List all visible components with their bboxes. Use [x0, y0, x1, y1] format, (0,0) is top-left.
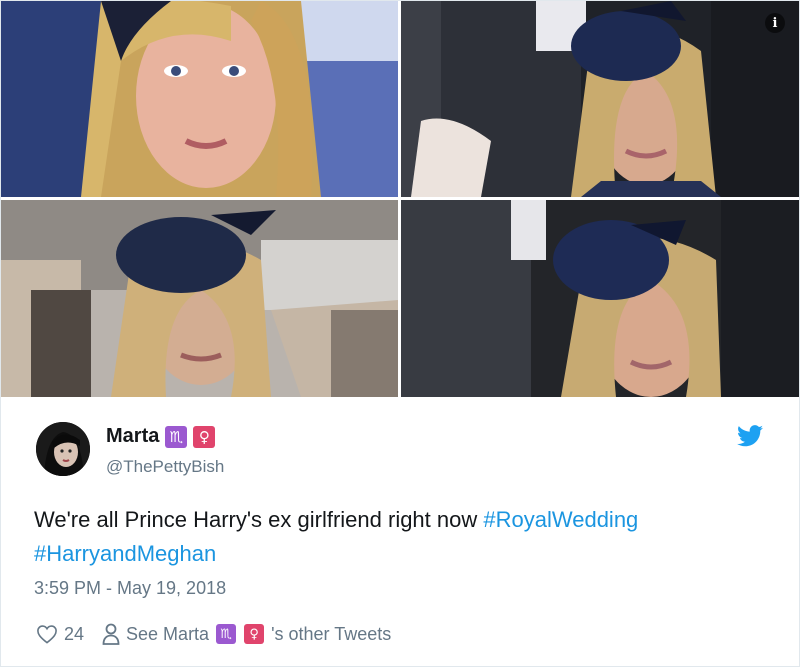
- person-icon: [102, 623, 120, 645]
- tweet-text-plain: We're all Prince Harry's ex girlfriend r…: [34, 507, 484, 532]
- see-other-tweets-link[interactable]: See Marta ♏ ♀ 's other Tweets: [102, 623, 391, 645]
- tweet-text: We're all Prince Harry's ex girlfriend r…: [34, 503, 774, 571]
- hashtag-link[interactable]: #HarryandMeghan: [34, 541, 216, 566]
- author-handle[interactable]: @ThePettyBish: [106, 457, 224, 477]
- photo-grid[interactable]: i: [1, 1, 799, 397]
- see-other-suffix: 's other Tweets: [271, 623, 392, 644]
- like-count: 24: [64, 623, 85, 644]
- author-name-row[interactable]: Marta ♏ ♀: [106, 425, 216, 448]
- heart-icon: [37, 625, 57, 644]
- female-sign-icon: ♀: [193, 425, 216, 448]
- tweet-timestamp[interactable]: 3:59 PM - May 19, 2018: [34, 578, 226, 599]
- photo-3[interactable]: [1, 200, 398, 397]
- scorpio-icon: ♏: [165, 425, 188, 448]
- embedded-tweet-card: i Marta ♏ ♀ @ThePettyBish We're all Prin…: [0, 0, 800, 667]
- twitter-bird-icon[interactable]: [737, 425, 763, 447]
- female-sign-icon: ♀: [244, 624, 265, 644]
- tweet-body: Marta ♏ ♀ @ThePettyBish We're all Prince…: [1, 397, 799, 666]
- like-button[interactable]: 24: [36, 624, 102, 645]
- tweet-actions: 24 See Marta ♏ ♀ 's other Tweets: [36, 623, 391, 645]
- photo-1[interactable]: [1, 1, 398, 197]
- display-name[interactable]: Marta: [106, 425, 159, 448]
- photo-2[interactable]: [401, 1, 799, 197]
- hashtag-link[interactable]: #RoyalWedding: [483, 507, 638, 532]
- scorpio-icon: ♏: [216, 624, 237, 644]
- photo-4[interactable]: [401, 200, 799, 397]
- info-icon[interactable]: i: [765, 13, 785, 33]
- see-other-prefix: See Marta: [126, 623, 210, 644]
- avatar[interactable]: [36, 422, 90, 476]
